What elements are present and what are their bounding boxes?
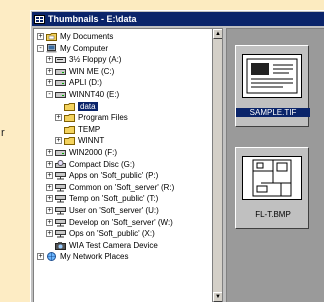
expand-icon[interactable]: + (37, 33, 44, 40)
scroll-up-button[interactable]: ▲ (213, 29, 222, 39)
thumbnail-view[interactable]: SAMPLE.TIF FL-T.BMP (226, 28, 324, 302)
tree-item-label: WIN2000 (F:) (69, 148, 118, 157)
expand-icon[interactable]: + (46, 230, 53, 238)
expand-icon[interactable]: + (46, 149, 53, 156)
collapse-icon[interactable]: - (46, 91, 53, 98)
expand-icon[interactable]: + (46, 172, 53, 180)
expand-icon[interactable]: + (37, 253, 44, 261)
computer-icon (46, 43, 57, 53)
tree-item[interactable]: + Ops on 'Soft_public' (X:) (46, 228, 155, 239)
tree-item-label: WINNT40 (E:) (69, 90, 120, 99)
hard-drive-icon (55, 148, 66, 157)
tree-item[interactable]: + Develop on 'Soft_server' (W:) (46, 217, 173, 228)
tree-item-label: User on 'Soft_server' (U:) (69, 206, 159, 215)
thumbnail-caption: FL-T.BMP (255, 210, 291, 219)
tree-item-label: data (78, 101, 98, 111)
tree-item-label: WIA Test Camera Device (69, 240, 158, 250)
expand-icon[interactable]: + (46, 207, 53, 214)
tree-item[interactable]: + APLI (D:) (46, 77, 102, 88)
thumbnail-item[interactable]: FL-T.BMP (235, 147, 309, 229)
tree-item-label: Common on 'Soft_server' (R:) (69, 182, 175, 192)
expand-icon[interactable]: + (46, 67, 53, 75)
expand-icon[interactable]: + (46, 56, 53, 64)
tree-item[interactable]: + Compact Disc (G:) (46, 159, 135, 170)
thumbnail-item[interactable]: SAMPLE.TIF (235, 45, 310, 127)
folder-documents-icon (46, 32, 57, 41)
tree-item[interactable]: + My Network Places (37, 251, 128, 262)
hard-drive-icon (55, 90, 66, 99)
tree-item[interactable]: +3½ Floppy (A:) (46, 54, 121, 65)
tree-item-label: Program Files (78, 113, 128, 123)
tree-item[interactable]: + Program Files (55, 112, 128, 123)
tree-item-label: Develop on 'Soft_server' (W:) (69, 217, 173, 227)
tree-item[interactable]: WIA Test Camera Device (46, 240, 158, 251)
expand-icon[interactable]: + (46, 79, 53, 87)
scroll-down-button[interactable]: ▼ (213, 292, 222, 302)
network-drive-icon (55, 183, 66, 192)
folder-tree[interactable]: + My Documents - My Computer +3½ Floppy (A:)… (33, 28, 223, 302)
folder-icon (64, 113, 75, 123)
network-drive-icon (55, 218, 66, 227)
network-drive-icon (55, 171, 66, 180)
network-places-icon (46, 252, 57, 262)
tree-item[interactable]: + User on 'Soft_server' (U:) (46, 205, 159, 216)
tree-item-label: Apps on 'Soft_public' (P:) (69, 171, 159, 181)
background-document-strip: r (0, 0, 30, 302)
tree-item-label: My Computer (60, 43, 109, 53)
tree-item[interactable]: - My Computer (37, 43, 108, 54)
folder-icon (64, 136, 75, 146)
expand-icon[interactable]: + (46, 218, 53, 226)
thumbnails-app-icon (34, 14, 45, 24)
tree-item[interactable]: + Apps on 'Soft_public' (P:) (46, 170, 158, 181)
tree-item[interactable]: + WIN2000 (F:) (46, 147, 117, 158)
tree-item-label: APLI (D:) (69, 78, 102, 88)
expand-icon[interactable]: + (46, 160, 53, 168)
tree-item[interactable]: + Common on 'Soft_server' (R:) (46, 182, 174, 193)
thumbnail-caption: SAMPLE.TIF (236, 108, 310, 117)
tree-item[interactable]: + Temp on 'Soft_public' (T:) (46, 193, 158, 204)
tree-item[interactable]: + WIN ME (C:) (46, 66, 114, 77)
expand-icon[interactable]: + (55, 137, 62, 145)
thumbnails-window: Thumbnails - E:\data + My Documents - My Co… (30, 10, 324, 302)
folder-icon (64, 125, 75, 134)
tree-item-label: TEMP (78, 124, 101, 134)
tree-item-label: My Network Places (60, 252, 129, 262)
network-drive-icon (55, 206, 66, 215)
tree-item-label: Temp on 'Soft_public' (T:) (69, 194, 159, 204)
tree-item[interactable]: TEMP (55, 124, 100, 135)
expand-icon[interactable]: + (55, 114, 62, 122)
open-folder-icon (64, 102, 75, 111)
background-text-fragment: r (1, 127, 5, 139)
hard-drive-icon (55, 78, 66, 87)
hard-drive-icon (55, 67, 66, 76)
tree-item[interactable]: data (55, 101, 98, 112)
screenshot-stage: r Thumbnails - E:\data + My Documents - My … (0, 0, 324, 302)
expand-icon[interactable]: + (46, 195, 53, 203)
tree-vertical-scrollbar[interactable]: ▲ ▼ (212, 29, 222, 302)
network-drive-icon (55, 194, 66, 203)
tree-item-label: My Documents (60, 32, 114, 41)
tree-item[interactable]: - WINNT40 (E:) (46, 89, 119, 100)
window-title: Thumbnails - E:\data (48, 14, 137, 24)
tree-item-label: Ops on 'Soft_public' (X:) (69, 229, 155, 239)
tree-item[interactable]: + My Documents (37, 31, 113, 42)
tree-item-label: WINNT (78, 136, 105, 146)
tree-item-label: WIN ME (C:) (69, 66, 115, 76)
network-drive-icon (55, 229, 66, 238)
tree-item-label: Compact Disc (G:) (69, 159, 135, 169)
expand-icon[interactable]: + (46, 183, 53, 191)
tif-thumbnail (242, 54, 302, 98)
collapse-icon[interactable]: - (37, 44, 44, 52)
tree-item[interactable]: + WINNT (55, 135, 104, 146)
camera-icon (55, 241, 66, 250)
window-titlebar[interactable]: Thumbnails - E:\data (32, 12, 324, 26)
floppy-drive-icon (55, 55, 66, 64)
cd-drive-icon (55, 159, 66, 169)
bmp-floorplan-thumbnail (242, 156, 302, 200)
tree-item-label: 3½ Floppy (A:) (69, 55, 122, 65)
